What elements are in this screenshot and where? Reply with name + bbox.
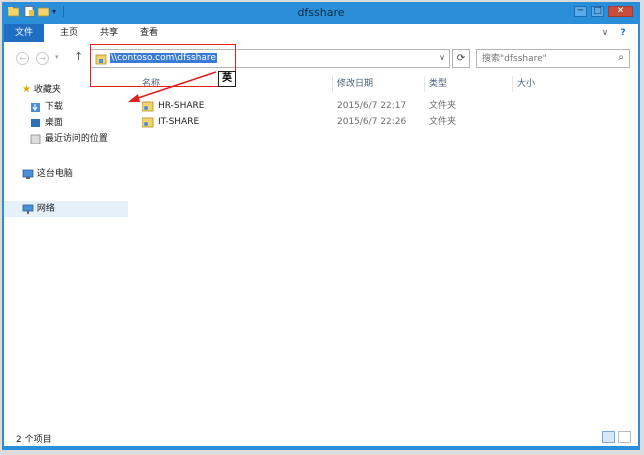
sidebar-item-label: 桌面 [44, 118, 63, 128]
column-divider[interactable] [332, 76, 333, 92]
recent-places-icon [30, 134, 42, 144]
navigation-pane: ★ 收藏夹 下载 桌面 最近访问的位置 这台电脑 网络 [4, 74, 129, 429]
annotation-label: 英 [218, 71, 236, 87]
up-button[interactable]: ↑ [74, 50, 83, 63]
column-header-modified[interactable]: 修改日期 [337, 76, 373, 92]
refresh-button[interactable]: ⟳ [452, 49, 470, 68]
sidebar-item-label: 最近访问的位置 [44, 134, 108, 144]
explorer-window: ▾ dfsshare ─ □ ✕ 文件 主页 共享 查看 ∨ ? ← → ▾ ↑… [2, 2, 640, 450]
annotation-arrow-icon [128, 71, 217, 102]
sidebar-item-favorites[interactable]: ★ 收藏夹 [22, 82, 61, 98]
tab-home[interactable]: 主页 [54, 24, 84, 42]
sidebar-item-desktop[interactable]: 桌面 [30, 115, 63, 131]
details-view-icon[interactable] [602, 431, 615, 443]
title-bar: ▾ dfsshare ─ □ ✕ [2, 2, 640, 24]
sidebar-item-network[interactable]: 网络 [4, 201, 128, 217]
column-divider[interactable] [512, 76, 513, 92]
ribbon: 文件 主页 共享 查看 ∨ ? [4, 24, 638, 42]
sidebar-item-downloads[interactable]: 下载 [30, 99, 63, 115]
search-icon[interactable]: ⌕ [618, 52, 624, 63]
status-bar: 2 个项目 [4, 429, 638, 446]
file-row[interactable]: IT-SHARE 2015/6/7 22:26 文件夹 [141, 114, 622, 130]
file-modified: 2015/6/7 22:26 [337, 117, 407, 127]
shared-folder-icon [141, 116, 154, 134]
address-dropdown-icon[interactable]: ∨ [439, 53, 445, 62]
sidebar-item-recent[interactable]: 最近访问的位置 [30, 131, 108, 147]
forward-button[interactable]: → [36, 52, 49, 65]
main-area: ← → ▾ ↑ \\contoso.com\dfsshare ∨ ⟳ ⌕ ★ 收… [4, 42, 638, 446]
file-name: IT-SHARE [158, 117, 200, 127]
large-icons-view-icon[interactable] [618, 431, 631, 443]
maximize-button[interactable]: □ [591, 6, 604, 17]
column-header-type[interactable]: 类型 [429, 76, 447, 92]
file-modified: 2015/6/7 22:17 [337, 101, 407, 111]
star-icon: ★ [22, 84, 31, 95]
desktop-icon [30, 118, 42, 128]
close-button[interactable]: ✕ [608, 6, 633, 17]
sidebar-item-label: 收藏夹 [33, 85, 61, 95]
tab-view[interactable]: 查看 [134, 24, 164, 42]
expand-ribbon-icon[interactable]: ∨ [598, 24, 612, 42]
sidebar-item-label: 这台电脑 [36, 169, 73, 179]
network-icon [22, 204, 34, 214]
help-icon[interactable]: ? [616, 24, 630, 42]
sidebar-item-this-pc[interactable]: 这台电脑 [22, 166, 73, 182]
tab-share[interactable]: 共享 [94, 24, 124, 42]
search-box[interactable]: ⌕ [476, 49, 630, 68]
computer-icon [22, 169, 34, 179]
sidebar-item-label: 网络 [36, 204, 55, 214]
recent-locations-icon[interactable]: ▾ [55, 53, 59, 61]
tab-file[interactable]: 文件 [4, 24, 44, 42]
file-type: 文件夹 [429, 101, 457, 111]
column-header-size[interactable]: 大小 [517, 76, 535, 92]
item-count: 2 个项目 [16, 435, 52, 445]
window-title: dfsshare [297, 6, 345, 19]
download-folder-icon [30, 102, 42, 112]
search-input[interactable] [482, 52, 610, 65]
minimize-button[interactable]: ─ [574, 6, 587, 17]
sidebar-item-label: 下载 [44, 102, 63, 112]
column-divider[interactable] [424, 76, 425, 92]
file-type: 文件夹 [429, 117, 457, 127]
back-button[interactable]: ← [16, 52, 29, 65]
